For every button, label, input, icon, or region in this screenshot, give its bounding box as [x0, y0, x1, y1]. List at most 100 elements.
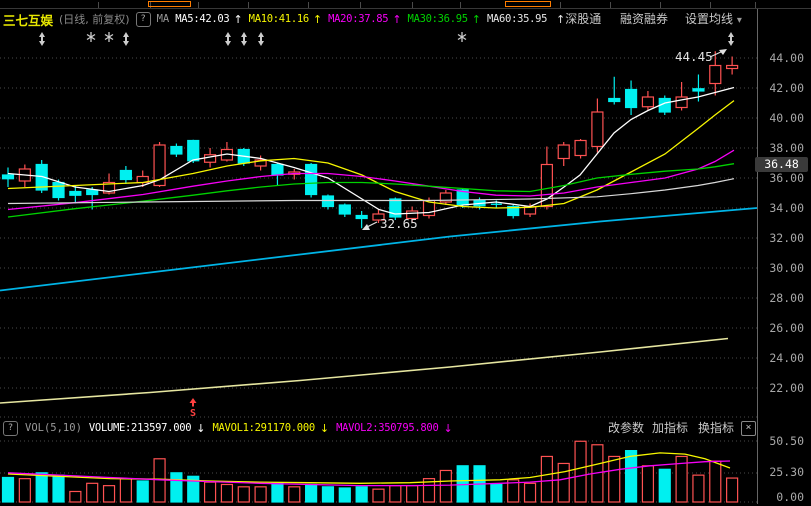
volume-bar — [710, 461, 721, 502]
volume-bar — [306, 484, 317, 502]
candle-body — [306, 165, 317, 195]
tab-strip[interactable] — [0, 0, 811, 9]
updown-arrow-icon — [225, 41, 231, 46]
volume-bar — [272, 483, 283, 502]
volume-bar — [205, 482, 216, 502]
candle-body — [188, 141, 199, 161]
tab-divider — [360, 2, 361, 8]
tab-divider — [248, 2, 249, 8]
candle-body — [356, 216, 367, 219]
stock-name: 三七互娱 — [3, 10, 53, 29]
vol-indicator-label: VOL(5,10) — [25, 422, 82, 434]
mavol2-value: MAVOL2:350795.800 — [336, 422, 438, 434]
tab-divider — [98, 2, 99, 8]
candle-body — [87, 190, 98, 195]
candle-body — [727, 66, 738, 69]
annotation-arrow-icon — [367, 222, 377, 227]
updown-arrow-icon — [243, 37, 245, 42]
price-tick-label: 26.00 — [742, 321, 804, 335]
add-indicator-button[interactable]: 加指标 — [652, 419, 688, 437]
updown-arrow-icon — [241, 32, 247, 37]
app-window: S 32.65 44.45 三七互娱 (日线, 前复权) ? MA MA5:42.0… — [0, 0, 811, 506]
volume-bar — [171, 473, 182, 502]
volume-bar — [339, 488, 350, 502]
mavol2-trend-arrow-icon: ↓ — [443, 422, 452, 435]
price-tick-label: 42.00 — [742, 81, 804, 95]
price-tick-label: 38.00 — [742, 141, 804, 155]
tab-divider — [755, 2, 756, 8]
tab-divider — [660, 2, 661, 8]
volume-bar — [120, 479, 131, 502]
margin-trading-link[interactable]: 融资融券 — [620, 9, 668, 29]
candle-body — [171, 147, 182, 155]
volume-bar — [137, 481, 148, 502]
volume-bar — [3, 477, 14, 502]
volume-bar — [642, 466, 653, 502]
volume-bar — [541, 456, 552, 502]
candle-body — [70, 192, 81, 196]
chart-header: 三七互娱 (日线, 前复权) ? MA MA5:42.03 ↑ MA10:41.… — [3, 9, 555, 29]
price-tick-label: 44.00 — [742, 51, 804, 65]
updown-arrow-icon — [39, 32, 45, 37]
sell-marker-label: S — [190, 408, 196, 419]
volume-bar — [491, 484, 502, 502]
tab-divider — [412, 2, 413, 8]
volume-bar — [255, 487, 266, 502]
current-price-badge: 36.48 — [755, 157, 808, 172]
switch-indicator-button[interactable]: 换指标 — [698, 419, 734, 437]
shenzhen-connect-link[interactable]: ↑深股通 — [558, 9, 601, 29]
price-tick-label: 40.00 — [742, 111, 804, 125]
updown-arrow-icon — [125, 37, 127, 42]
price-annotation: 44.45 — [675, 49, 713, 64]
volume-tick-label: 0.00 — [742, 490, 804, 504]
volume-bar — [407, 486, 418, 502]
updown-arrow-icon — [225, 32, 231, 37]
tab-divider — [308, 2, 309, 8]
mavol1-trend-arrow-icon: ↓ — [320, 422, 329, 435]
mavol1-value: MAVOL1:291170.000 — [213, 422, 315, 434]
candle-body — [272, 165, 283, 176]
candle-body — [53, 183, 64, 198]
updown-arrow-icon — [41, 37, 43, 42]
volume-bar — [525, 483, 536, 502]
mavol-line-MAVOL1 — [8, 453, 730, 483]
volume-trend-arrow-icon: ↓ — [196, 422, 205, 435]
volume-bar — [609, 456, 620, 502]
price-tick-label: 36.00 — [742, 171, 804, 185]
candle-body — [120, 171, 131, 180]
ma-settings-button[interactable]: 设置均线 ▾ — [685, 9, 742, 29]
candle-body — [558, 145, 569, 159]
volume-bar — [558, 463, 569, 502]
sell-marker-arrow-icon — [190, 398, 197, 403]
volume-bar — [390, 486, 401, 502]
ma-line-长期均线2 — [0, 339, 728, 404]
annotation-arrow-icon — [362, 224, 370, 230]
volume-bar — [19, 479, 30, 502]
volume-value: VOLUME:213597.000 — [89, 422, 191, 434]
price-tick-label: 30.00 — [742, 261, 804, 275]
active-tab-indicator[interactable] — [148, 1, 191, 7]
updown-arrow-icon — [258, 32, 264, 37]
ma-line-MA10 — [8, 101, 734, 208]
candle-body — [693, 89, 704, 91]
price-annotation: 32.65 — [380, 216, 418, 231]
price-tick-label: 32.00 — [742, 231, 804, 245]
tab-divider — [460, 2, 461, 8]
ma5-trend-arrow-icon: ↑ — [233, 13, 242, 26]
ma10-value: MA10:41.16 — [249, 13, 309, 25]
ma20-trend-arrow-icon: ↑ — [392, 13, 401, 26]
vol-help-icon[interactable]: ? — [3, 421, 18, 436]
price-tick-label: 34.00 — [742, 201, 804, 215]
volume-bar — [440, 470, 451, 502]
volume-bar — [659, 469, 670, 502]
volume-bar — [238, 487, 249, 502]
help-icon[interactable]: ? — [136, 12, 151, 27]
active-tab-indicator[interactable] — [505, 1, 551, 7]
price-tick-label: 24.00 — [742, 351, 804, 365]
change-params-button[interactable]: 改参数 — [608, 419, 644, 437]
volume-tick-label: 50.50 — [742, 434, 804, 448]
ma60-trend-arrow-icon: ↑ — [556, 13, 565, 26]
volume-bar — [104, 486, 115, 502]
volume-bar — [322, 487, 333, 502]
volume-bar — [626, 451, 637, 502]
